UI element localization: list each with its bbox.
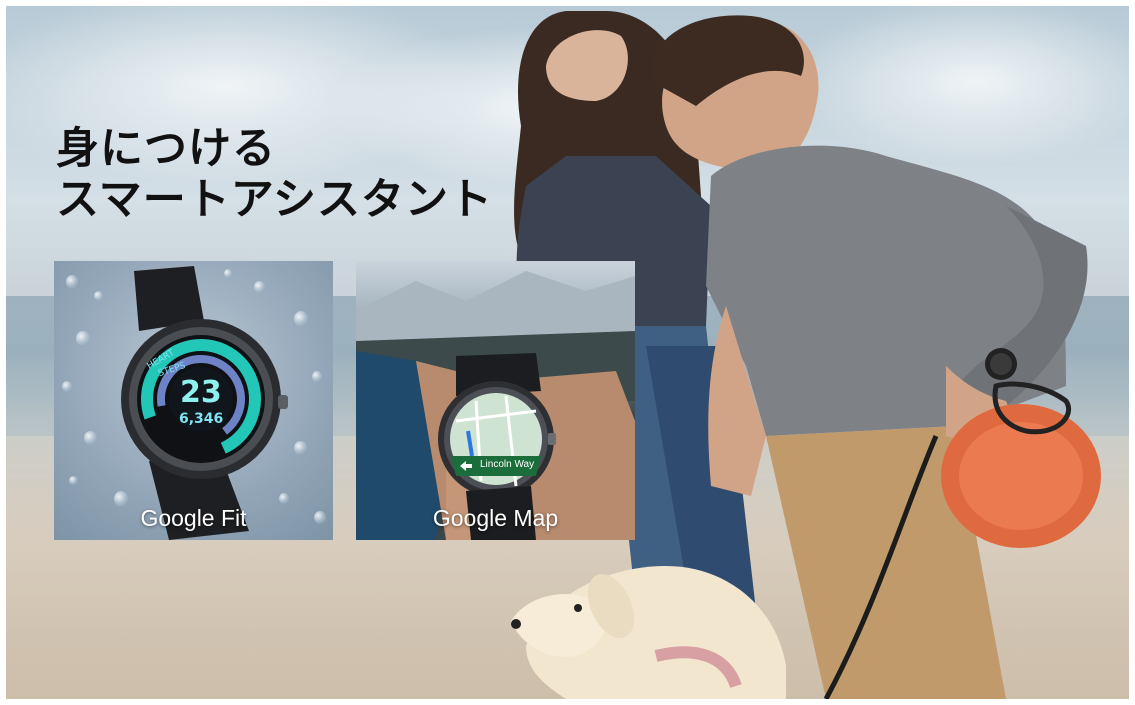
google-fit-label: Google Fit: [140, 505, 247, 531]
fit-heart-value: 23: [180, 375, 222, 410]
smartwatch-map: [356, 271, 635, 540]
google-map-card: Lincoln Way Google Map: [356, 261, 635, 540]
headline: 身につける スマートアシスタント: [56, 124, 493, 225]
watch-crown-icon: [278, 395, 288, 409]
headline-line-2: スマートアシスタント: [56, 174, 493, 225]
google-fit-card: HEART STEPS 23 6,346 Google Fit: [54, 261, 333, 540]
headline-line-1: 身につける: [56, 124, 276, 174]
google-map-label: Google Map: [432, 505, 559, 531]
fit-steps-value: 6,346: [179, 411, 224, 427]
hero-banner: 身につける スマートアシスタント HEART STEPS 23 6,346 Go…: [6, 6, 1129, 699]
map-street-name: Lincoln Way: [480, 459, 535, 470]
